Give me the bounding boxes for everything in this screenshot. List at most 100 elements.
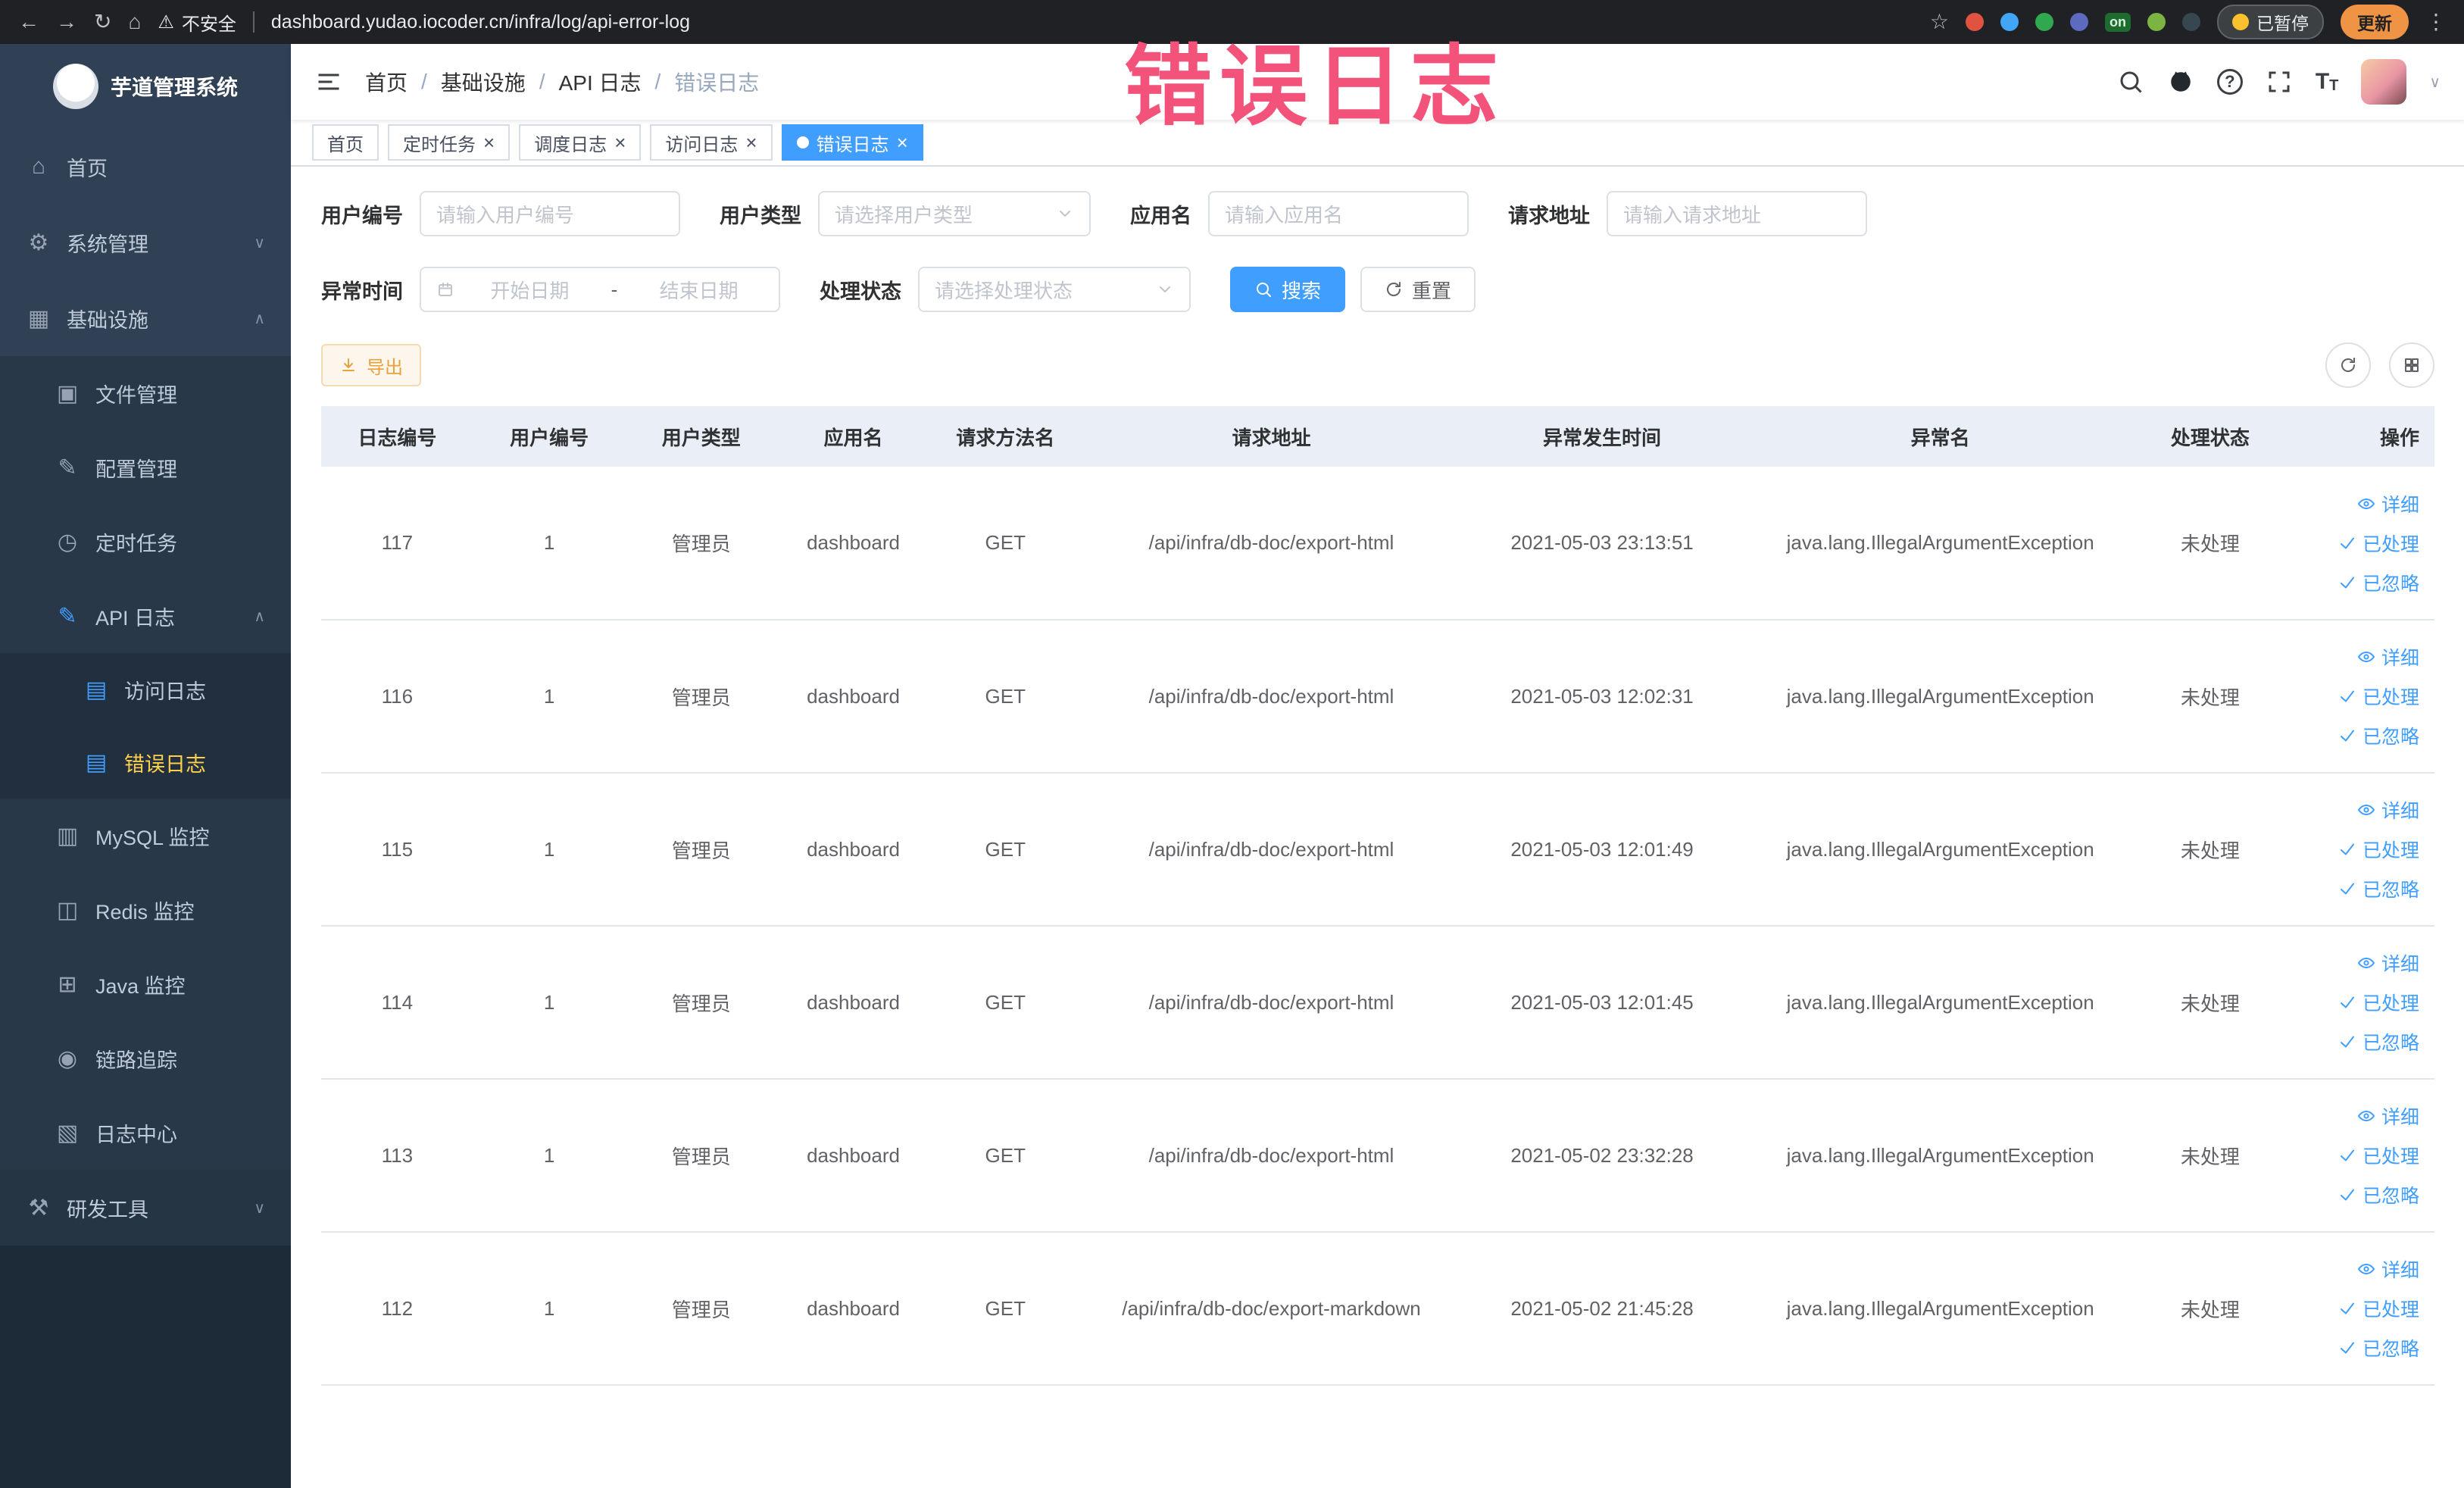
table-row: 116 1 管理员 dashboard GET /api/infra/db-do… [321, 620, 2434, 774]
collapse-sidebar-icon[interactable] [315, 68, 342, 95]
chevron-down-icon [1156, 280, 1174, 299]
tab-home[interactable]: 首页 [312, 124, 379, 161]
sidebar-item-trace[interactable]: ◉ 链路追踪 [0, 1021, 291, 1096]
sidebar-item-dev-tools[interactable]: ⚒ 研发工具 ∨ [0, 1170, 291, 1246]
reset-button[interactable]: 重置 [1360, 267, 1476, 312]
processed-link[interactable]: 已处理 [2338, 530, 2419, 557]
emoji-icon [2232, 14, 2249, 30]
sidebar-item-api-log[interactable]: ✎ API 日志 ∧ [0, 579, 291, 653]
tab-cron[interactable]: 定时任务 × [388, 124, 511, 161]
sidebar-item-log-center[interactable]: ▧ 日志中心 [0, 1096, 291, 1170]
refresh-table-button[interactable] [2325, 342, 2371, 388]
placeholder: 请输入用户编号 [436, 203, 575, 227]
check-icon [2338, 1299, 2356, 1318]
sidebar-item-cron[interactable]: ◷ 定时任务 [0, 505, 291, 579]
extension-on-badge[interactable]: on [2105, 12, 2131, 32]
sidebar-item-error-log[interactable]: ▤ 错误日志 [0, 726, 291, 799]
ignore-link[interactable]: 已忽略 [2338, 875, 2419, 902]
bookmark-star-icon[interactable]: ☆ [1930, 11, 1949, 33]
processed-link[interactable]: 已处理 [2338, 1295, 2419, 1322]
export-button[interactable]: 导出 [321, 344, 421, 386]
sidebar-item-infra[interactable]: ▦ 基础设施 ∧ [0, 280, 291, 356]
breadcrumb-home[interactable]: 首页 [365, 67, 408, 97]
address-bar[interactable]: dashboard.yudao.iocoder.cn/infra/log/api… [271, 11, 1913, 33]
cell-url: /api/infra/db-doc/export-html [1081, 467, 1462, 621]
detail-link[interactable]: 详细 [2357, 643, 2419, 671]
chevron-down-icon[interactable]: ∨ [2429, 73, 2441, 92]
paused-pill[interactable]: 已暂停 [2217, 5, 2324, 39]
sidebar-item-label: 链路追踪 [95, 1049, 177, 1072]
sidebar-item-system[interactable]: ⚙ 系统管理 ∨ [0, 205, 291, 280]
forward-icon[interactable]: → [56, 11, 77, 33]
extension-icon[interactable] [2147, 13, 2166, 31]
security-indicator[interactable]: ⚠ 不安全 [158, 9, 236, 36]
user-type-label: 用户类型 [720, 204, 801, 227]
tab-access-log[interactable]: 访问日志 × [650, 124, 773, 161]
search-button[interactable]: 搜索 [1230, 267, 1346, 312]
request-url-input[interactable]: 请输入请求地址 [1607, 191, 1867, 236]
col-user-type: 用户类型 [625, 406, 778, 467]
extension-icon[interactable] [2035, 13, 2053, 31]
reload-icon[interactable]: ↻ [94, 11, 111, 33]
sidebar-item-redis[interactable]: ◫ Redis 监控 [0, 873, 291, 947]
breadcrumb-api-log[interactable]: API 日志 [559, 67, 642, 97]
ignore-link[interactable]: 已忽略 [2338, 1334, 2419, 1361]
fullscreen-icon[interactable] [2266, 68, 2293, 95]
update-button[interactable]: 更新 [2341, 5, 2409, 39]
help-icon[interactable]: ? [2216, 69, 2243, 95]
extension-icon[interactable] [2070, 13, 2088, 31]
process-status-select[interactable]: 请选择处理状态 [918, 267, 1191, 312]
detail-link[interactable]: 详细 [2357, 796, 2419, 824]
sidebar-item-access-log[interactable]: ▤ 访问日志 [0, 653, 291, 726]
user-id-input[interactable]: 请输入用户编号 [420, 191, 680, 236]
chrome-menu-icon[interactable]: ⋮ [2425, 11, 2447, 33]
detail-link[interactable]: 详细 [2357, 1255, 2419, 1283]
export-button-label: 导出 [367, 357, 403, 378]
search-icon[interactable] [2117, 68, 2144, 95]
ignore-link[interactable]: 已忽略 [2338, 569, 2419, 596]
github-icon[interactable] [2167, 68, 2194, 95]
close-icon[interactable]: × [897, 133, 908, 152]
date-range-picker[interactable]: 开始日期 - 结束日期 [420, 267, 780, 312]
sidebar-item-mysql[interactable]: ▥ MySQL 监控 [0, 799, 291, 873]
cell-url: /api/infra/db-doc/export-html [1081, 926, 1462, 1080]
breadcrumb-infra[interactable]: 基础设施 [441, 67, 526, 97]
close-icon[interactable]: × [614, 133, 626, 152]
user-avatar[interactable] [2361, 59, 2407, 105]
sidebar-item-java[interactable]: ⊞ Java 监控 [0, 947, 291, 1021]
sidebar-item-file[interactable]: ▣ 文件管理 [0, 356, 291, 430]
sidebar-item-home[interactable]: ⌂ 首页 [0, 129, 291, 205]
ignore-link[interactable]: 已忽略 [2338, 1028, 2419, 1055]
processed-link[interactable]: 已处理 [2338, 683, 2419, 710]
chevron-down-icon: ∨ [254, 234, 265, 252]
app-title: 芋道管理系统 [110, 76, 238, 99]
cell-method: GET [929, 620, 1082, 774]
back-icon[interactable]: ← [18, 11, 39, 33]
app-logo[interactable]: 芋道管理系统 [0, 44, 291, 129]
detail-link[interactable]: 详细 [2357, 490, 2419, 517]
security-label: 不安全 [181, 14, 236, 35]
tab-error-log[interactable]: 错误日志 × [781, 124, 923, 161]
extension-icon[interactable] [1966, 13, 1984, 31]
sidebar-item-config[interactable]: ✎ 配置管理 [0, 430, 291, 505]
close-icon[interactable]: × [745, 133, 757, 152]
detail-link[interactable]: 详细 [2357, 949, 2419, 977]
user-type-select[interactable]: 请选择用户类型 [818, 191, 1091, 236]
processed-link[interactable]: 已处理 [2338, 1142, 2419, 1169]
extension-icon[interactable] [2182, 13, 2200, 31]
extension-icon[interactable] [2000, 13, 2019, 31]
detail-link[interactable]: 详细 [2357, 1102, 2419, 1130]
ignore-link[interactable]: 已忽略 [2338, 722, 2419, 749]
chrome-home-icon[interactable]: ⌂ [128, 11, 141, 33]
close-icon[interactable]: × [483, 133, 495, 152]
column-settings-button[interactable] [2389, 342, 2434, 388]
ignore-link[interactable]: 已忽略 [2338, 1181, 2419, 1208]
font-size-icon[interactable]: TT [2316, 70, 2339, 94]
col-log-id: 日志编号 [321, 406, 473, 467]
processed-link[interactable]: 已处理 [2338, 989, 2419, 1016]
cell-url: /api/infra/db-doc/export-html [1081, 620, 1462, 774]
tab-job-log[interactable]: 调度日志 × [519, 124, 642, 161]
processed-link[interactable]: 已处理 [2338, 836, 2419, 863]
cell-log-id: 116 [321, 620, 473, 774]
app-name-input[interactable]: 请输入应用名 [1208, 191, 1469, 236]
